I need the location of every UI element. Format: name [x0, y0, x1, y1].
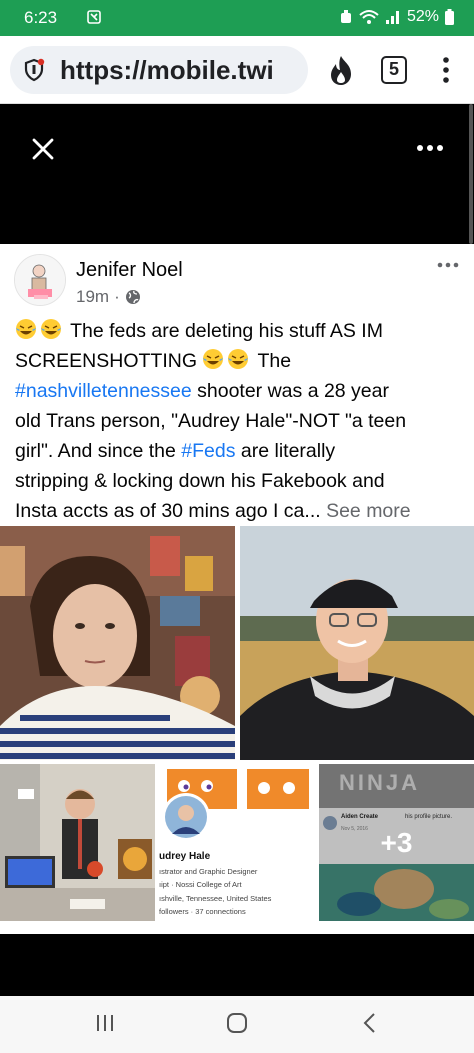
post-line: #nashvilletennessee shooter was a 28 yea… — [15, 376, 463, 406]
avatar[interactable] — [14, 254, 66, 306]
more-photos-overlay[interactable]: +3 — [319, 764, 474, 921]
post-text-segment: The feds are deleting his stuff AS IM — [65, 320, 383, 342]
photo-2[interactable] — [240, 526, 474, 760]
more-horizontal-icon[interactable] — [412, 140, 448, 156]
post-line: The feds are deleting his stuff AS IM — [15, 316, 463, 346]
post-line: girl". And since the #Feds are literally — [15, 436, 463, 466]
profile-headline: ıstrator and Graphic Designer — [159, 867, 258, 876]
home-icon[interactable] — [226, 1012, 248, 1034]
globe-icon — [125, 290, 140, 304]
photo-3[interactable] — [0, 764, 155, 921]
profile-connections: followers · 37 connections — [159, 907, 246, 916]
url-text[interactable]: https://mobile.twi — [60, 55, 274, 86]
profile-photo — [162, 793, 210, 841]
photo-5[interactable]: NINJA Aiden Create his profile picture. … — [319, 764, 474, 921]
shield-lock-icon[interactable] — [22, 58, 46, 82]
overflow-menu-icon[interactable] — [436, 55, 456, 85]
avatar-image — [15, 255, 65, 305]
battery-percent: 52% — [406, 8, 439, 25]
profile-name: udrey Hale — [159, 851, 211, 862]
laughing-tears-emoji — [203, 349, 224, 369]
notification-icon — [87, 10, 101, 24]
photo-4[interactable]: udrey Hale ıstrator and Graphic Designer… — [159, 764, 315, 921]
post-text-segment: SCREENSHOTTING — [15, 350, 203, 372]
alarm-icon — [340, 10, 351, 23]
post-text-segment: shooter was a 28 year — [191, 380, 389, 402]
status-bar: 6:23 52% — [0, 0, 474, 36]
tabs-icon[interactable]: 5 — [381, 56, 407, 84]
viewer-footer — [0, 934, 474, 996]
post-line: SCREENSHOTTING The — [15, 346, 463, 376]
meta-separator: · — [114, 287, 120, 306]
laughing-tears-emoji — [41, 319, 61, 339]
post-text-segment: The — [252, 350, 292, 372]
post-meta: 19m · — [76, 287, 141, 307]
photo-image — [240, 526, 474, 760]
post-body: The feds are deleting his stuff AS IM SC… — [15, 316, 463, 526]
status-time: 6:23 — [24, 8, 58, 27]
post-text-segment: are literally — [235, 440, 336, 462]
more-horizontal-icon[interactable] — [436, 260, 460, 270]
recent-apps-icon[interactable] — [94, 1012, 116, 1034]
hashtag-link[interactable]: #nashvilletennessee — [15, 380, 192, 402]
more-photos-count: +3 — [380, 826, 413, 858]
author-name[interactable]: Jenifer Noel — [76, 259, 183, 282]
signal-icon — [385, 11, 399, 24]
photo-image — [0, 764, 155, 921]
viewer-header — [0, 104, 474, 244]
scrollbar[interactable] — [469, 104, 473, 244]
profile-location: ıshville, Tennessee, United States — [159, 894, 272, 903]
post-text-segment: girl". And since the — [15, 440, 182, 462]
battery-icon — [445, 9, 454, 25]
status-right: 52% — [339, 8, 454, 26]
close-icon[interactable] — [28, 134, 58, 164]
browser-toolbar: https://mobile.twi 5 — [0, 36, 474, 104]
wifi-icon — [359, 10, 379, 24]
profile-school: ıipt · Nossi College of Art — [159, 880, 242, 889]
see-more-link[interactable]: See more — [321, 500, 411, 522]
laughing-tears-emoji — [16, 319, 36, 339]
tab-count: 5 — [388, 59, 399, 79]
laughing-tears-emoji — [228, 349, 249, 369]
post-card: Jenifer Noel 19m · The feds are deleting… — [0, 244, 474, 934]
back-icon[interactable] — [360, 1012, 380, 1034]
photo-image — [0, 526, 235, 760]
flame-icon[interactable] — [326, 54, 356, 86]
post-line: Insta accts as of 30 mins ago I ca... Se… — [15, 496, 463, 526]
system-nav-bar — [0, 996, 474, 1053]
url-bar[interactable]: https://mobile.twi — [10, 46, 308, 94]
post-time[interactable]: 19m — [76, 287, 109, 307]
photo-1[interactable] — [0, 526, 235, 760]
post-text-segment: Insta accts as of 30 mins ago I ca... — [15, 500, 321, 522]
post-line: old Trans person, "Audrey Hale"-NOT "a t… — [15, 410, 407, 432]
post-line: stripping & locking down his Fakebook an… — [15, 470, 385, 492]
hashtag-link[interactable]: #Feds — [181, 440, 235, 462]
